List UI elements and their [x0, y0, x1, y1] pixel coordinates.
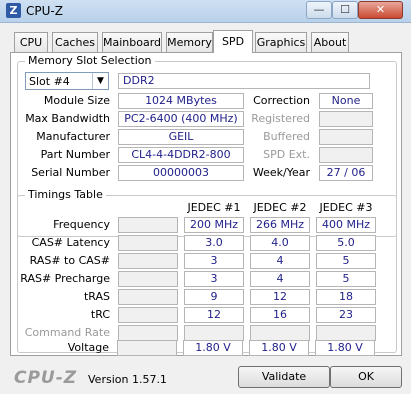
timing-cell: 1.80 V [183, 340, 243, 356]
timing-cell: 3.0 [184, 235, 244, 251]
buffered-label: Buffered [263, 130, 310, 143]
max-bandwidth-label: Max Bandwidth [25, 112, 110, 125]
timing-cell: 23 [316, 307, 376, 323]
manufacturer-value: GEIL [118, 129, 244, 145]
timing-extra-cell [118, 289, 178, 305]
version-label: Version 1.57.1 [88, 373, 167, 386]
timing-row-label: RAS# Precharge [20, 272, 110, 285]
slot-select-value: Slot #4 [29, 75, 70, 88]
timing-cell: 1.80 V [315, 340, 375, 356]
chevron-down-icon[interactable]: ▼ [92, 73, 108, 89]
correction-value: None [319, 93, 373, 109]
timing-row-label: CAS# Latency [31, 236, 110, 249]
tab-mainboard[interactable]: Mainboard [102, 32, 162, 52]
week-year-label: Week/Year [252, 166, 310, 179]
timing-cell: 200 MHz [184, 217, 244, 233]
timing-extra-cell [118, 217, 178, 233]
buffered-value [319, 129, 373, 145]
timing-extra-cell [117, 340, 177, 356]
timing-cell: 4.0 [250, 235, 310, 251]
column-header-jedec-1: JEDEC #1 [187, 201, 241, 214]
close-button[interactable]: ✕ [358, 1, 403, 19]
timing-extra-cell [118, 235, 178, 251]
timing-row-label: tRC [90, 308, 110, 321]
part-number-label: Part Number [40, 148, 110, 161]
timing-cell: 5 [316, 271, 376, 287]
timing-row-label: RAS# to CAS# [29, 254, 110, 267]
timings-table-group: Timings Table JEDEC #1 JEDEC #2 JEDEC #3… [17, 188, 397, 353]
slot-select[interactable]: Slot #4 ▼ [25, 72, 109, 90]
spd-tab-panel: Memory Slot Selection Slot #4 ▼ DDR2 Mod… [10, 52, 402, 356]
timing-cell: 1.80 V [249, 340, 309, 356]
serial-number-label: Serial Number [31, 166, 110, 179]
timing-cell: 16 [250, 307, 310, 323]
week-year-value: 27 / 06 [319, 165, 373, 181]
correction-label: Correction [253, 94, 310, 107]
memory-slot-group-title: Memory Slot Selection [25, 54, 155, 67]
timings-table-title: Timings Table [25, 188, 106, 201]
manufacturer-label: Manufacturer [36, 130, 110, 143]
timing-cell: 400 MHz [316, 217, 376, 233]
timing-cell: 266 MHz [250, 217, 310, 233]
timing-cell: 4 [250, 271, 310, 287]
timing-cell: 12 [250, 289, 310, 305]
tab-caches[interactable]: Caches [52, 32, 98, 52]
timing-cell: 5.0 [316, 235, 376, 251]
timing-cell: 5 [316, 253, 376, 269]
timing-extra-cell [118, 271, 178, 287]
maximize-button[interactable]: ☐ [332, 1, 358, 19]
timing-row-label: Voltage [67, 341, 109, 354]
timing-row-label: tRAS [83, 290, 110, 303]
timing-row-label: Command Rate [24, 326, 110, 339]
cpuz-logo: CPU-Z [14, 368, 78, 388]
registered-label: Registered [251, 112, 310, 125]
part-number-value: CL4-4-4DDR2-800 [118, 147, 244, 163]
registered-value [319, 111, 373, 127]
ok-button[interactable]: OK [330, 366, 402, 388]
spd-ext-value [319, 147, 373, 163]
timing-cell: 18 [316, 289, 376, 305]
timing-cell [316, 325, 376, 341]
timing-row-label: Frequency [53, 218, 110, 231]
column-header-jedec-2: JEDEC #2 [253, 201, 307, 214]
timing-cell: 12 [184, 307, 244, 323]
timing-cell [250, 325, 310, 341]
timing-extra-cell [118, 253, 178, 269]
column-header-jedec-3: JEDEC #3 [319, 201, 373, 214]
spd-ext-label: SPD Ext. [263, 148, 310, 161]
timing-cell: 3 [184, 271, 244, 287]
module-size-label: Module Size [43, 94, 110, 107]
validate-button[interactable]: Validate [238, 366, 330, 388]
module-size-value: 1024 MBytes [118, 93, 244, 109]
tab-graphics[interactable]: Graphics [255, 32, 307, 52]
tab-about[interactable]: About [311, 32, 349, 52]
title-bar: Z CPU-Z — ☐ ✕ [0, 0, 411, 23]
tab-spd[interactable]: SPD [213, 30, 253, 53]
timing-cell: 4 [250, 253, 310, 269]
cpuz-app-icon: Z [6, 3, 21, 18]
serial-number-value: 00000003 [118, 165, 244, 181]
timing-cell: 3 [184, 253, 244, 269]
tab-cpu[interactable]: CPU [14, 32, 48, 52]
timing-extra-cell [118, 325, 178, 341]
memory-type-field: DDR2 [118, 73, 370, 89]
timing-extra-cell [118, 307, 178, 323]
timing-cell [184, 325, 244, 341]
tab-memory[interactable]: Memory [166, 32, 213, 52]
max-bandwidth-value: PC2-6400 (400 MHz) [118, 111, 244, 127]
minimize-button[interactable]: — [306, 1, 332, 19]
window-title: CPU-Z [26, 4, 63, 18]
timing-cell: 9 [184, 289, 244, 305]
